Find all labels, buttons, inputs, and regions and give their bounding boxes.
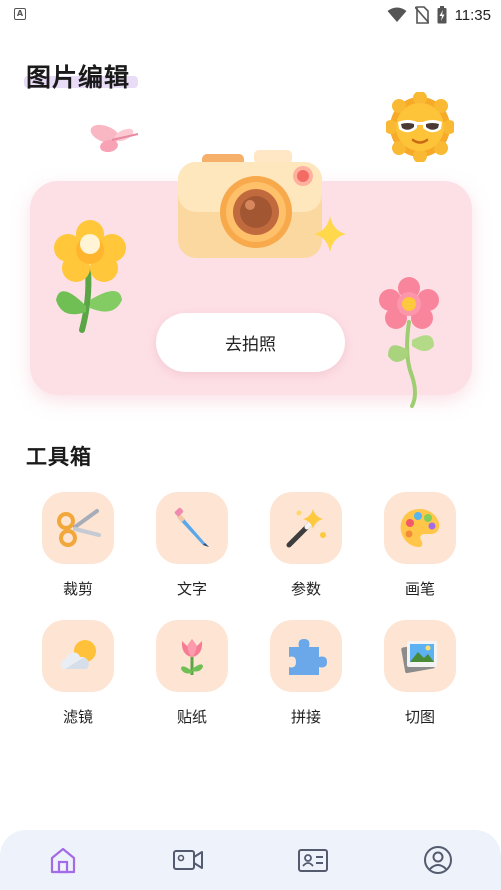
nav-home[interactable] [47,844,79,876]
yellow-flower-icon [54,220,126,333]
tool-tile[interactable] [156,492,228,564]
photo-icon [401,641,437,674]
scissors-icon [57,509,101,547]
pink-flower-icon [379,277,439,408]
tulip-icon [181,639,203,675]
profile-icon [424,846,452,874]
tool-tile[interactable] [270,620,342,692]
no-sim-icon [414,6,429,24]
page-title: 图片编辑 [26,63,131,92]
magic-wand-icon [286,509,326,548]
tool-label: 拼接 [290,708,321,726]
tool-sticker[interactable]: 贴纸 [152,620,232,730]
camera-icon [178,150,322,258]
tool-label: 文字 [176,580,207,598]
tool-label: 裁剪 [62,580,93,598]
tool-tile[interactable] [384,492,456,564]
tool-text[interactable]: 文字 [152,492,232,602]
sun-icon [386,92,454,162]
toolbox-title: 工具箱 [26,445,92,469]
tool-tile[interactable] [156,620,228,692]
pen-icon [174,507,209,547]
tool-tile[interactable] [384,620,456,692]
home-icon [50,847,76,874]
tool-cutout[interactable]: 切图 [380,620,460,730]
palette-icon [400,509,440,547]
tool-label: 参数 [290,580,321,598]
nav-profile[interactable] [422,844,454,876]
battery-charging-icon [437,6,447,24]
tool-label: 贴纸 [176,708,207,726]
bottom-nav [0,830,501,890]
tool-params[interactable]: 参数 [266,492,346,602]
nav-card[interactable] [297,844,329,876]
star-icon [314,216,346,252]
video-icon [173,850,203,870]
tool-label: 画笔 [404,580,435,598]
butterfly-icon [90,124,139,153]
clock: 11:35 [454,6,491,24]
tool-tile[interactable] [42,620,114,692]
tool-label: 滤镜 [62,708,93,726]
status-bar: A 11:35 [0,0,501,30]
weather-icon [60,640,96,669]
tool-stitch[interactable]: 拼接 [266,620,346,730]
notification-icon: A [14,8,26,20]
tool-filter[interactable]: 滤镜 [38,620,118,730]
nav-video[interactable] [172,844,204,876]
puzzle-icon [289,639,327,675]
tool-label: 切图 [404,708,435,726]
tool-brush[interactable]: 画笔 [380,492,460,602]
id-card-icon [298,849,328,872]
wifi-icon [387,7,407,22]
tool-crop[interactable]: 裁剪 [38,492,118,602]
tool-tile[interactable] [270,492,342,564]
tool-tile[interactable] [42,492,114,564]
take-photo-button[interactable]: 去拍照 [156,313,345,372]
